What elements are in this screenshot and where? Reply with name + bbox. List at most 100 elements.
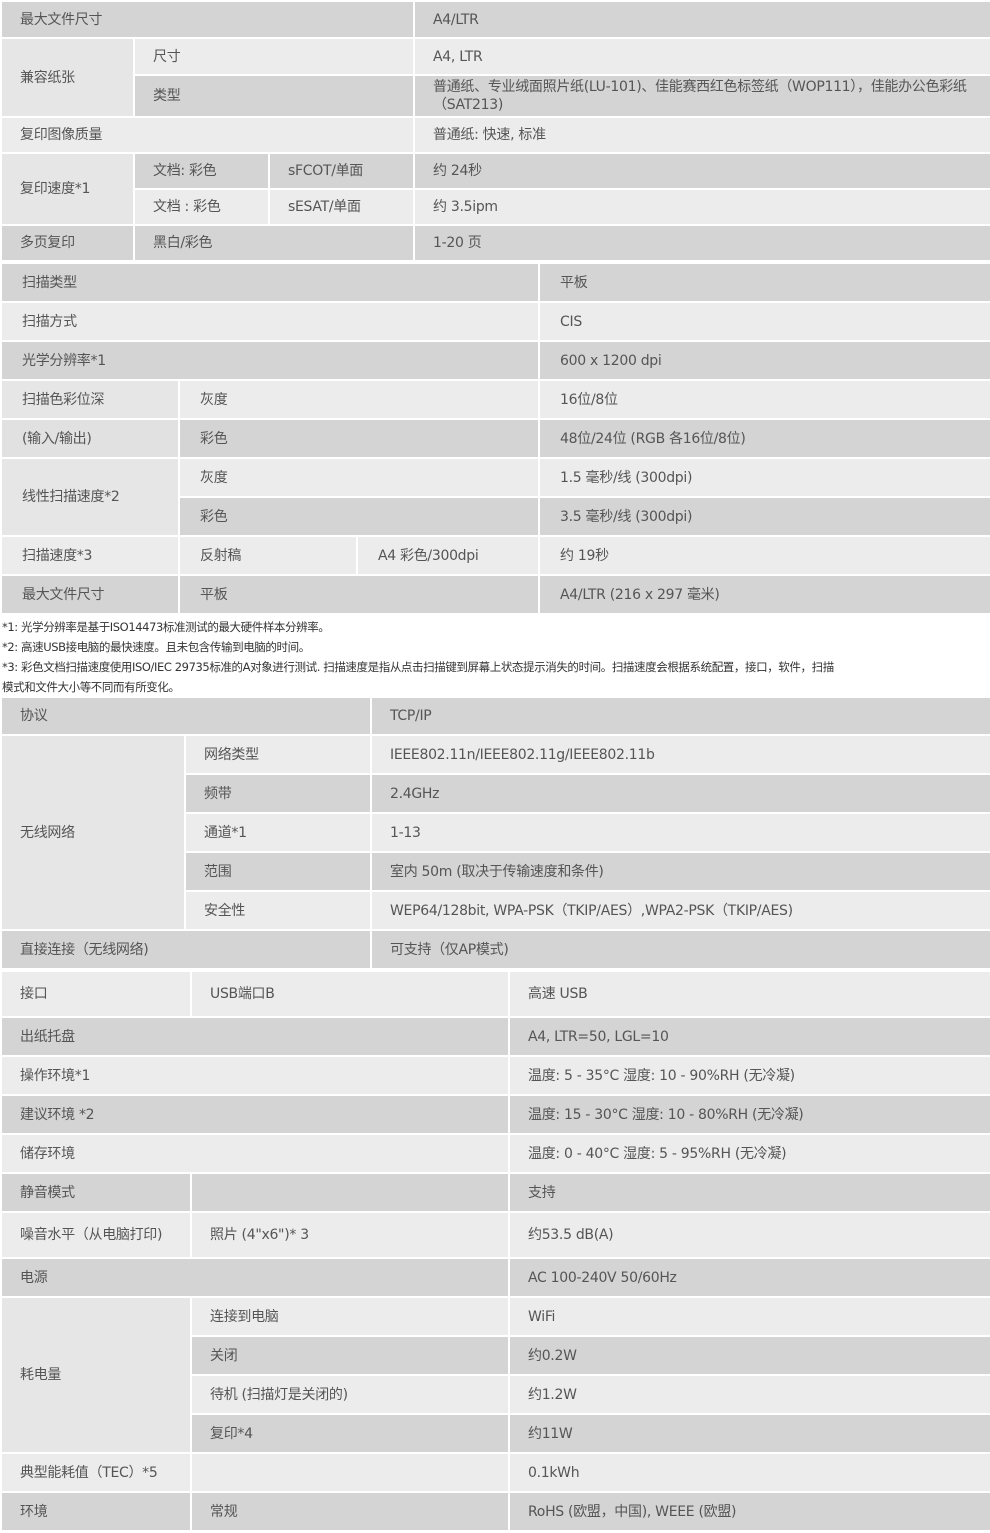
spec-mode: sFCOT/单面	[267, 152, 416, 190]
spec-value: 600 x 1200 dpi	[538, 340, 990, 381]
spec-sublabel: 连接到电脑	[190, 1296, 510, 1337]
spec-sublabel: 通道*1	[184, 812, 372, 853]
table-row: 扫描色彩位深 灰度 16位/8位	[0, 379, 990, 420]
spec-sublabel: 照片 (4"x6")* 3	[190, 1211, 510, 1259]
table-row: 操作环境*1 温度: 5 - 35°C 湿度: 10 - 90%RH (无冷凝)	[0, 1055, 990, 1096]
spec-label: 扫描方式	[0, 301, 541, 342]
spec-sublabel: 尺寸	[132, 37, 416, 76]
spec-value: 高速 USB	[508, 970, 990, 1018]
table-row: 最大文件尺寸 平板 A4/LTR (216 x 297 毫米)	[0, 574, 990, 615]
spec-mode: sESAT/单面	[267, 188, 416, 226]
table-row: (输入/输出) 彩色 48位/24位 (RGB 各16位/8位)	[0, 418, 990, 459]
spec-value: A4, LTR=50, LGL=10	[508, 1016, 990, 1057]
spec-sublabel: 待机 (扫描灯是关闭的)	[190, 1374, 510, 1415]
spec-value: A4/LTR (216 x 297 毫米)	[538, 574, 990, 615]
spec-label: 静音模式	[0, 1172, 192, 1213]
spec-value: 可支持（仅AP模式)	[370, 929, 990, 970]
table-row: 建议环境 *2 温度: 15 - 30°C 湿度: 10 - 80%RH (无冷…	[0, 1094, 990, 1135]
spec-label: 最大文件尺寸	[0, 574, 180, 615]
footnote: *2: 高速USB接电脑的最快速度。且未包含传输到电脑的时间。	[2, 640, 310, 654]
spec-value: 温度: 15 - 30°C 湿度: 10 - 80%RH (无冷凝)	[508, 1094, 990, 1135]
spec-value: 1-20 页	[413, 224, 990, 262]
spec-sublabel: 频带	[184, 773, 372, 814]
spec-value: 室内 50m (取决于传输速度和条件)	[370, 851, 990, 892]
spec-label: 建议环境 *2	[0, 1094, 510, 1135]
spec-value: 0.1kWh	[508, 1452, 990, 1493]
spec-value: 支持	[508, 1172, 990, 1213]
table-row: 最大文件尺寸 A4/LTR	[0, 0, 990, 39]
spec-sublabel: 范围	[184, 851, 372, 892]
spec-value: IEEE802.11n/IEEE802.11g/IEEE802.11b	[370, 734, 990, 775]
table-row: 类型 普通纸、专业绒面照片纸(LU-101)、佳能赛西红色标签纸（WOP111）…	[1, 74, 990, 118]
spec-sublabel: 文档: 彩色	[133, 152, 270, 190]
spec-value: 约1.2W	[508, 1374, 990, 1415]
table-row: 扫描方式 CIS	[0, 301, 990, 342]
spec-value: 约53.5 dB(A)	[508, 1211, 990, 1259]
spec-label: 典型能耗值（TEC）*5	[0, 1452, 192, 1493]
table-row: 无线网络 网络类型 IEEE802.11n/IEEE802.11g/IEEE80…	[0, 734, 990, 931]
table-row: 复印图像质量 普通纸: 快速, 标准	[0, 116, 990, 154]
spec-label: 操作环境*1	[0, 1055, 510, 1096]
spec-value: 约11W	[508, 1413, 990, 1454]
spec-label: 接口	[0, 970, 192, 1018]
spec-sublabel	[190, 1172, 510, 1213]
spec-sublabel	[190, 1452, 510, 1493]
footnotes: *1: 光学分辨率是基于ISO14473标准测试的最大硬件样本分辨率。 *2: …	[0, 615, 990, 696]
table-row: 出纸托盘 A4, LTR=50, LGL=10	[0, 1016, 990, 1057]
spec-label: 光学分辨率*1	[0, 340, 541, 381]
spec-value: RoHS (欧盟，中国), WEEE (欧盟)	[508, 1491, 990, 1532]
spec-label: 直接连接（无线网络)	[0, 929, 372, 970]
table-row: 噪音水平（从电脑打印) 照片 (4"x6")* 3 约53.5 dB(A)	[0, 1211, 990, 1259]
spec-value: 普通纸、专业绒面照片纸(LU-101)、佳能赛西红色标签纸（WOP111），佳能…	[413, 74, 990, 118]
table-row: 多页复印 黑白/彩色 1-20 页	[0, 224, 990, 262]
spec-value: 温度: 5 - 35°C 湿度: 10 - 90%RH (无冷凝)	[508, 1055, 990, 1096]
general-spec-table: 接口 USB端口B 高速 USB 出纸托盘 A4, LTR=50, LGL=10…	[0, 970, 990, 1532]
table-row: 环境 常规 RoHS (欧盟，中国), WEEE (欧盟)	[0, 1491, 990, 1532]
spec-value: A4, LTR	[413, 37, 990, 76]
spec-label: 最大文件尺寸	[0, 0, 416, 39]
table-row: 耗电量 连接到电脑 WiFi	[0, 1296, 990, 1454]
table-row: 光学分辨率*1 600 x 1200 dpi	[0, 340, 990, 381]
spec-value: 约0.2W	[508, 1335, 990, 1376]
spec-value: AC 100-240V 50/60Hz	[508, 1257, 990, 1298]
spec-label: 线性扫描速度*2	[0, 457, 180, 537]
table-row: 电源 AC 100-240V 50/60Hz	[0, 1257, 990, 1298]
spec-value: 约 3.5ipm	[413, 188, 990, 226]
spec-value: 约 19秒	[538, 535, 990, 576]
copy-spec-table: 最大文件尺寸 A4/LTR 兼容纸张 尺寸 A4, LTR 类型 普通纸、专业绒…	[0, 0, 990, 262]
spec-sublabel: 彩色	[177, 496, 541, 537]
spec-value: WEP64/128bit, WPA-PSK（TKIP/AES）,WPA2-PSK…	[370, 890, 990, 931]
spec-sublabel: USB端口B	[190, 970, 510, 1018]
table-row: 储存环境 温度: 0 - 40°C 湿度: 5 - 95%RH (无冷凝)	[0, 1133, 990, 1174]
spec-sublabel: 灰度	[177, 457, 541, 498]
spec-label: 兼容纸张	[0, 37, 135, 118]
spec-label: 复印图像质量	[0, 116, 416, 154]
spec-value: 1.5 毫秒/线 (300dpi)	[538, 457, 990, 498]
spec-sublabel: 类型	[132, 74, 416, 118]
spec-label: 电源	[0, 1257, 510, 1298]
spec-label: (输入/输出)	[0, 418, 180, 459]
spec-value: 2.4GHz	[370, 773, 990, 814]
footnote: *1: 光学分辨率是基于ISO14473标准测试的最大硬件样本分辨率。	[2, 620, 330, 634]
spec-value: 48位/24位 (RGB 各16位/8位)	[538, 418, 990, 459]
footnote: 模式和文件大小等不同而有所变化。	[2, 680, 180, 694]
spec-value: 平板	[538, 262, 990, 303]
table-row: 直接连接（无线网络) 可支持（仅AP模式)	[0, 929, 990, 970]
spec-sublabel: 彩色	[177, 418, 541, 459]
footnote: *3: 彩色文档扫描速度使用ISO/IEC 29735标准的A对象进行测试. 扫…	[2, 660, 834, 674]
spec-value: 温度: 0 - 40°C 湿度: 5 - 95%RH (无冷凝)	[508, 1133, 990, 1174]
table-row: 兼容纸张 尺寸 A4, LTR	[0, 37, 990, 118]
spec-sublabel: 常规	[190, 1491, 510, 1532]
spec-value: CIS	[538, 301, 990, 342]
spec-sublabel: 反射稿	[178, 535, 358, 576]
spec-label: 耗电量	[0, 1296, 192, 1454]
spec-label: 多页复印	[0, 224, 135, 262]
spec-label: 复印速度*1	[0, 152, 135, 226]
spec-mode: A4 彩色/300dpi	[355, 535, 541, 576]
table-row: 扫描类型 平板	[0, 262, 990, 303]
spec-label: 环境	[0, 1491, 192, 1532]
spec-sublabel: 复印*4	[190, 1413, 510, 1454]
table-row: 复印速度*1 文档: 彩色 sFCOT/单面 约 24秒	[0, 152, 990, 226]
spec-sublabel: 网络类型	[184, 734, 372, 775]
spec-value: TCP/IP	[370, 696, 990, 736]
